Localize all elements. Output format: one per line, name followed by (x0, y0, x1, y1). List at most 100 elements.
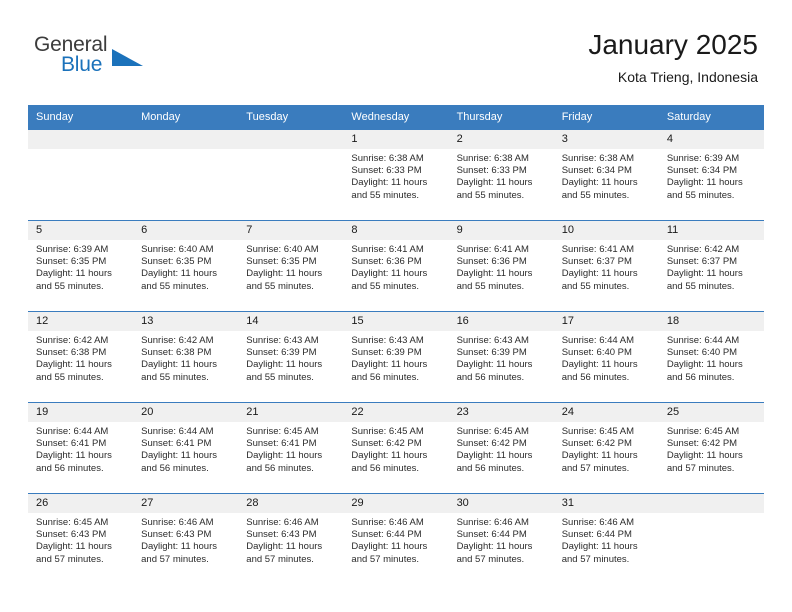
day-details: Sunrise: 6:38 AM Sunset: 6:33 PM Daylight:… (449, 149, 554, 202)
calendar-day-cell[interactable]: 18 Sunrise: 6:44 AM Sunset: 6:40 PM Dayligh… (658, 311, 764, 403)
daylight-duration-line2: and 56 minutes. (246, 462, 314, 474)
daylight-duration-line1: Daylight: 11 hours (666, 177, 743, 189)
sunrise-time: Sunrise: 6:42 AM (141, 335, 214, 346)
calendar-day-cell[interactable]: 5 Sunrise: 6:39 AM Sunset: 6:35 PM Daylight… (28, 220, 134, 312)
calendar-day-cell[interactable]: 4 Sunrise: 6:39 AM Sunset: 6:34 PM Daylight… (658, 129, 764, 221)
calendar-day-cell[interactable]: 23 Sunrise: 6:45 AM Sunset: 6:42 PM Dayligh… (448, 402, 554, 494)
sunrise-time: Sunrise: 6:41 AM (561, 244, 635, 255)
sunset-time: Sunset: 6:33 PM (351, 165, 422, 177)
calendar-day-cell[interactable]: 8 Sunrise: 6:41 AM Sunset: 6:36 PM Daylight… (343, 220, 449, 312)
day-number: 13 (133, 312, 239, 331)
calendar-day-cell[interactable]: 14 Sunrise: 6:43 AM Sunset: 6:39 PM Dayligh… (238, 311, 344, 403)
calendar-day-cell[interactable]: 16 Sunrise: 6:43 AM Sunset: 6:39 PM Dayligh… (448, 311, 554, 403)
calendar-day-cell[interactable]: 26 Sunrise: 6:45 AM Sunset: 6:43 PM Dayligh… (28, 493, 134, 584)
day-details: Sunrise: 6:40 AM Sunset: 6:35 PM Daylight:… (238, 240, 343, 293)
calendar-day-cell[interactable]: 3 Sunrise: 6:38 AM Sunset: 6:34 PM Daylight… (553, 129, 659, 221)
sunrise-time: Sunrise: 6:46 AM (351, 517, 424, 528)
calendar-day-cell[interactable]: 28 Sunrise: 6:46 AM Sunset: 6:43 PM Dayligh… (238, 493, 344, 584)
daylight-duration-line1: Daylight: 11 hours (36, 359, 112, 371)
daylight-duration-line1: Daylight: 11 hours (246, 359, 323, 371)
daylight-duration-line1: Daylight: 11 hours (456, 450, 533, 462)
day-number: 3 (553, 130, 659, 149)
title-block: January 2025 Kota Trieng, Indonesia (588, 28, 758, 87)
day-number: 5 (28, 221, 134, 240)
daylight-duration-line2: and 55 minutes. (141, 280, 209, 292)
day-details: Sunrise: 6:46 AM Sunset: 6:43 PM Daylight:… (133, 513, 238, 566)
calendar-day-cell[interactable]: 15 Sunrise: 6:43 AM Sunset: 6:39 PM Dayligh… (343, 311, 449, 403)
daylight-duration-line1: Daylight: 11 hours (456, 541, 533, 553)
sunset-time: Sunset: 6:42 PM (456, 438, 527, 450)
weekday-header-row: Sunday Monday Tuesday Wednesday Thursday… (28, 105, 764, 130)
daylight-duration-line1: Daylight: 11 hours (351, 541, 428, 553)
day-details: Sunrise: 6:39 AM Sunset: 6:35 PM Daylight:… (28, 240, 133, 293)
calendar-day-cell[interactable]: 6 Sunrise: 6:40 AM Sunset: 6:35 PM Daylight… (133, 220, 239, 312)
calendar-day-cell[interactable]: 13 Sunrise: 6:42 AM Sunset: 6:38 PM Dayligh… (133, 311, 239, 403)
day-number: 11 (658, 221, 764, 240)
calendar-day-cell[interactable]: 11 Sunrise: 6:42 AM Sunset: 6:37 PM Dayligh… (658, 220, 764, 312)
calendar-day-cell[interactable]: 21 Sunrise: 6:45 AM Sunset: 6:41 PM Dayligh… (238, 402, 344, 494)
calendar-day-cell[interactable]: 20 Sunrise: 6:44 AM Sunset: 6:41 PM Dayligh… (133, 402, 239, 494)
calendar-day-cell-empty (238, 129, 344, 221)
day-details: Sunrise: 6:41 AM Sunset: 6:37 PM Daylight:… (554, 240, 659, 293)
daylight-duration-line2: and 57 minutes. (246, 553, 314, 565)
daylight-duration-line2: and 56 minutes. (456, 462, 525, 474)
daylight-duration-line2: and 56 minutes. (666, 371, 735, 383)
sunset-time: Sunset: 6:41 PM (246, 438, 317, 450)
daylight-duration-line1: Daylight: 11 hours (36, 541, 112, 553)
daylight-duration-line1: Daylight: 11 hours (561, 268, 638, 280)
day-number: 21 (238, 403, 344, 422)
day-details: Sunrise: 6:45 AM Sunset: 6:41 PM Daylight:… (238, 422, 343, 475)
calendar-day-cell[interactable]: 1 Sunrise: 6:38 AM Sunset: 6:33 PM Daylight… (343, 129, 449, 221)
day-number: 24 (553, 403, 659, 422)
calendar-day-cell-empty (658, 493, 764, 584)
calendar-day-cell[interactable]: 31 Sunrise: 6:46 AM Sunset: 6:44 PM Dayligh… (553, 493, 659, 584)
day-details: Sunrise: 6:39 AM Sunset: 6:34 PM Daylight:… (659, 149, 764, 202)
day-number: 12 (28, 312, 134, 331)
sunset-time: Sunset: 6:33 PM (456, 165, 527, 177)
daylight-duration-line2: and 57 minutes. (351, 553, 420, 565)
day-number: 27 (133, 494, 239, 513)
daylight-duration-line1: Daylight: 11 hours (666, 450, 743, 462)
sunrise-time: Sunrise: 6:42 AM (666, 244, 740, 255)
day-number: 9 (448, 221, 554, 240)
day-details: Sunrise: 6:42 AM Sunset: 6:38 PM Daylight:… (28, 331, 133, 384)
sunset-time: Sunset: 6:34 PM (666, 165, 738, 177)
daylight-duration-line1: Daylight: 11 hours (36, 268, 112, 280)
day-details: Sunrise: 6:44 AM Sunset: 6:40 PM Daylight:… (554, 331, 659, 384)
calendar-day-cell[interactable]: 12 Sunrise: 6:42 AM Sunset: 6:38 PM Dayligh… (28, 311, 134, 403)
sunrise-time: Sunrise: 6:46 AM (141, 517, 214, 528)
day-details: Sunrise: 6:40 AM Sunset: 6:35 PM Daylight:… (133, 240, 238, 293)
weekday-header-saturday: Saturday (658, 105, 764, 130)
brand-logo[interactable]: General Blue (34, 34, 204, 88)
calendar-day-cell[interactable]: 30 Sunrise: 6:46 AM Sunset: 6:44 PM Dayligh… (448, 493, 554, 584)
calendar-day-cell[interactable]: 2 Sunrise: 6:38 AM Sunset: 6:33 PM Daylight… (448, 129, 554, 221)
calendar-day-cell[interactable]: 25 Sunrise: 6:45 AM Sunset: 6:42 PM Dayligh… (658, 402, 764, 494)
daylight-duration-line1: Daylight: 11 hours (456, 268, 533, 280)
calendar-day-cell[interactable]: 7 Sunrise: 6:40 AM Sunset: 6:35 PM Daylight… (238, 220, 344, 312)
calendar-page: General Blue January 2025 Kota Trieng, I… (0, 0, 792, 612)
daylight-duration-line1: Daylight: 11 hours (456, 359, 533, 371)
daylight-duration-line2: and 55 minutes. (351, 189, 420, 201)
calendar-day-cell[interactable]: 29 Sunrise: 6:46 AM Sunset: 6:44 PM Dayligh… (343, 493, 449, 584)
sunset-time: Sunset: 6:44 PM (456, 529, 527, 541)
daylight-duration-line2: and 56 minutes. (141, 462, 209, 474)
sunset-time: Sunset: 6:35 PM (141, 256, 212, 268)
calendar-day-cell-empty (28, 129, 134, 221)
calendar-day-cell[interactable]: 24 Sunrise: 6:45 AM Sunset: 6:42 PM Dayligh… (553, 402, 659, 494)
calendar-day-cell[interactable]: 27 Sunrise: 6:46 AM Sunset: 6:43 PM Dayligh… (133, 493, 239, 584)
day-details: Sunrise: 6:45 AM Sunset: 6:42 PM Daylight:… (554, 422, 659, 475)
weekday-header-sunday: Sunday (28, 105, 134, 130)
calendar-week-row: 26 Sunrise: 6:45 AM Sunset: 6:43 PM Dayligh… (28, 493, 764, 584)
calendar-day-cell[interactable]: 9 Sunrise: 6:41 AM Sunset: 6:36 PM Daylight… (448, 220, 554, 312)
calendar-day-cell[interactable]: 19 Sunrise: 6:44 AM Sunset: 6:41 PM Dayligh… (28, 402, 134, 494)
calendar-day-cell[interactable]: 17 Sunrise: 6:44 AM Sunset: 6:40 PM Dayligh… (553, 311, 659, 403)
day-number: 28 (238, 494, 344, 513)
weekday-header-monday: Monday (133, 105, 239, 130)
daylight-duration-line1: Daylight: 11 hours (36, 450, 112, 462)
calendar-day-cell[interactable]: 10 Sunrise: 6:41 AM Sunset: 6:37 PM Dayligh… (553, 220, 659, 312)
day-number: 29 (343, 494, 449, 513)
calendar-day-cell[interactable]: 22 Sunrise: 6:45 AM Sunset: 6:42 PM Dayligh… (343, 402, 449, 494)
calendar-grid: Sunday Monday Tuesday Wednesday Thursday… (28, 105, 764, 584)
calendar-body: 1 Sunrise: 6:38 AM Sunset: 6:33 PM Daylight… (28, 129, 764, 584)
daylight-duration-line2: and 57 minutes. (561, 462, 630, 474)
